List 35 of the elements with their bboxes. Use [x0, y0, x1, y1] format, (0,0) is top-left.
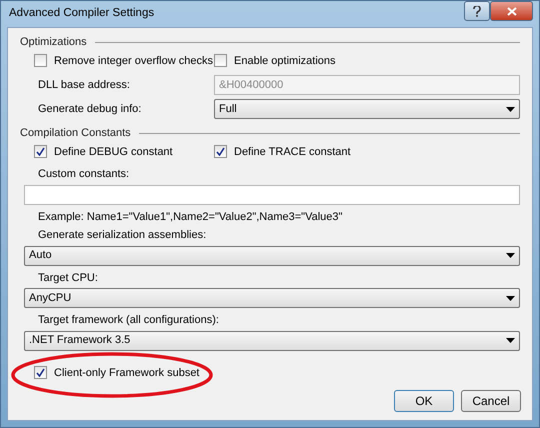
close-icon	[506, 6, 516, 16]
field-label: Target CPU:	[38, 270, 98, 286]
field-label: Custom constants:	[38, 167, 130, 182]
checkbox[interactable]	[34, 145, 47, 158]
help-icon	[473, 6, 481, 16]
checkbox[interactable]	[214, 54, 227, 68]
help-button[interactable]	[464, 1, 490, 21]
checkbox-label: Remove integer overflow checks	[54, 54, 213, 68]
checkbox-label: Enable optimizations	[234, 54, 336, 68]
checkbox[interactable]	[34, 54, 47, 68]
dropdown-arrow-icon	[506, 338, 515, 343]
checkbox[interactable]	[34, 366, 47, 380]
checkbox-label: Client-only Framework subset	[54, 366, 200, 380]
field-label: Example: Name1="Value1",Name2="Value2",Name3="Value3"	[38, 210, 342, 224]
field-label: Generate serialization assemblies:	[38, 228, 206, 243]
close-button[interactable]	[490, 1, 533, 21]
window-title: Advanced Compiler Settings	[8, 6, 154, 22]
text-field[interactable]	[24, 184, 520, 204]
dropdown[interactable]: Auto	[24, 246, 520, 266]
dropdown[interactable]: AnyCPU	[24, 288, 520, 308]
checkbox-label: Define TRACE constant	[234, 144, 351, 160]
dropdown-arrow-icon	[506, 253, 515, 258]
dropdown-arrow-icon	[506, 106, 515, 112]
dropdown[interactable]: Full	[214, 99, 520, 119]
checkbox-label: Define DEBUG constant	[54, 144, 173, 160]
section-title: Compilation Constants	[20, 126, 131, 141]
section-title: Optimizations	[20, 35, 87, 50]
ok-button[interactable]: OK	[394, 390, 454, 412]
field-label: Generate debug info:	[38, 102, 142, 117]
dropdown[interactable]: .NET Framework 3.5	[24, 330, 520, 350]
checkbox[interactable]	[214, 145, 227, 158]
cancel-button[interactable]: Cancel	[461, 390, 521, 412]
dropdown-arrow-icon	[506, 296, 515, 300]
field-label: Target framework (all configurations):	[38, 313, 219, 328]
field-label: DLL base address:	[38, 78, 131, 93]
